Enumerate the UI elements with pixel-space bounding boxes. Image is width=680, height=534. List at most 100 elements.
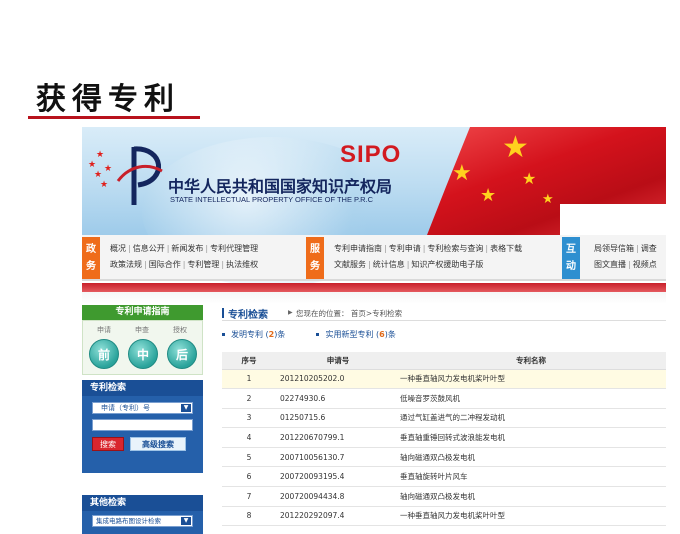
column-header: 申请号 [276, 352, 396, 370]
other-search-panel: 集成电路布图设计检索 ▼ [82, 511, 203, 534]
utility-count-link[interactable]: 实用新型专利 [325, 330, 373, 339]
table-row[interactable]: 2 02274930.6 低噪音罗茨鼓风机 [222, 388, 666, 409]
flag-star-icon: ★ [480, 185, 497, 206]
flag-star-icon: ★ [502, 130, 529, 165]
search-type-select[interactable]: 申请（专利）号 ▼ [92, 402, 193, 414]
slide-title: 获得专利 [36, 82, 180, 117]
nav-link[interactable]: 信息公开 [133, 243, 165, 255]
nav-link[interactable]: 政策法规 [110, 259, 142, 271]
nav-link[interactable]: 专利代理管理 [210, 243, 258, 255]
nav-link[interactable]: 执法维权 [226, 259, 258, 271]
nav-link[interactable]: 专利管理 [187, 259, 219, 271]
guide-steps: 申请 申查 授权 前 中 后 [82, 320, 203, 375]
nav-tag-government: 政务 [82, 237, 100, 279]
patent-search-heading: 专利检索 [82, 380, 203, 396]
patent-name-link[interactable]: 轴向磁通双凸极发电机 [396, 486, 666, 507]
invention-count: 2 [268, 330, 275, 339]
nav-link[interactable]: 专利检索与查询 [427, 243, 483, 255]
table-row[interactable]: 1 201210205202.0 一种垂直轴风力发电机桨叶叶型 [222, 369, 666, 390]
section-title: 专利检索 [228, 310, 268, 321]
breadcrumb: 您现在的位置： 首页>专利检索 [296, 309, 403, 318]
website-screenshot: ★ ★ ★ ★ ★ ★ ★ ★ ★ ★ SIPO 中华人民共和国国家知识产权局 … [82, 127, 666, 534]
nav-group2-line1: 专利申请指南 | 专利申请 | 专利检索与查询 | 表格下载 [334, 243, 523, 255]
search-input[interactable] [92, 419, 193, 431]
title-underline [28, 116, 200, 119]
patent-name-link[interactable]: 低噪音罗茨鼓风机 [396, 388, 666, 409]
sipo-wordmark: SIPO [340, 141, 402, 168]
patent-name-link[interactable]: 垂直轴重锤回转式波浪能发电机 [396, 427, 666, 448]
nav-link[interactable]: 图文直播 [594, 259, 626, 271]
arrow-right-icon: ▶ [288, 309, 293, 316]
nav-link[interactable]: 专利申请 [389, 243, 421, 255]
table-row[interactable]: 5 200710056130.7 轴向磁通双凸极发电机 [222, 447, 666, 468]
small-star-icon: ★ [96, 150, 105, 160]
invention-count-link[interactable]: 发明专利 [231, 330, 263, 339]
nav-tag-interaction: 互动 [562, 237, 580, 279]
table-row[interactable]: 3 01250715.6 通过气缸盖进气的二冲程发动机 [222, 408, 666, 429]
red-divider-band [82, 283, 666, 292]
table-row[interactable]: 7 200720094434.8 轴向磁通双凸极发电机 [222, 486, 666, 507]
utility-count: 6 [379, 330, 385, 339]
bullet-icon [316, 333, 320, 336]
nav-tag-service: 服务 [306, 237, 324, 279]
patent-name-link[interactable]: 一种垂直轴风力发电机桨叶叶型 [396, 369, 666, 390]
small-star-icon: ★ [94, 170, 103, 180]
nav-link[interactable]: 视频点 [633, 259, 657, 271]
step-during-button[interactable]: 中 [128, 339, 158, 369]
nav-group3-line1: 局领导信箱 | 调查 [594, 243, 657, 255]
nav-group3-line2: 图文直播 | 视频点 [594, 259, 657, 271]
flag-star-icon: ★ [542, 192, 554, 207]
small-star-icon: ★ [88, 160, 97, 170]
header-banner: ★ ★ ★ ★ ★ ★ ★ ★ ★ ★ SIPO 中华人民共和国国家知识产权局 … [82, 127, 666, 287]
nav-group2-line2: 文献服务 | 统计信息 | 知识产权援助电子版 [334, 259, 484, 271]
main-nav: 政务 概况 | 信息公开 | 新闻发布 | 专利代理管理 政策法规 | 国际合作 | 专利管理 | 执法… [82, 235, 666, 281]
nav-link[interactable]: 局领导信箱 [594, 243, 634, 255]
small-star-icon: ★ [100, 180, 109, 190]
nav-link[interactable]: 国际合作 [149, 259, 181, 271]
result-counts: 发明专利 (2)条 实用新型专利 (6)条 [222, 329, 396, 340]
column-header: 序号 [222, 352, 276, 370]
nav-link[interactable]: 概况 [110, 243, 126, 255]
nav-link[interactable]: 新闻发布 [171, 243, 203, 255]
table-row[interactable]: 6 200720093195.4 垂直轴旋转叶片风车 [222, 466, 666, 488]
nav-group1-line1: 概况 | 信息公开 | 新闻发布 | 专利代理管理 [110, 243, 259, 255]
agency-name-en: STATE INTELLECTUAL PROPERTY OFFICE OF TH… [170, 195, 374, 204]
nav-link[interactable]: 知识产权援助电子版 [411, 259, 483, 271]
table-row[interactable]: 4 201220670799.1 垂直轴重锤回转式波浪能发电机 [222, 427, 666, 448]
flag-star-icon: ★ [522, 169, 537, 188]
step-label: 申请 [97, 326, 111, 334]
step-before-button[interactable]: 前 [89, 339, 119, 369]
nav-link[interactable]: 文献服务 [334, 259, 366, 271]
patent-name-link[interactable]: 轴向磁通双凸极发电机 [396, 447, 666, 468]
chevron-down-icon: ▼ [181, 517, 191, 525]
agency-name-cn: 中华人民共和国国家知识产权局 [168, 177, 393, 196]
step-after-button[interactable]: 后 [167, 339, 197, 369]
flag-star-icon: ★ [452, 161, 472, 186]
patent-search-panel: 申请（专利）号 ▼ 搜索 高级搜索 [82, 396, 203, 473]
column-header: 专利名称 [396, 352, 666, 370]
nav-link[interactable]: 调查 [641, 243, 657, 255]
guide-heading[interactable]: 专利申请指南 [82, 305, 203, 320]
chevron-down-icon: ▼ [181, 404, 191, 412]
patent-name-link[interactable]: 一种垂直轴风力发电机桨叶叶型 [396, 506, 666, 527]
nav-group1-line2: 政策法规 | 国际合作 | 专利管理 | 执法维权 [110, 259, 259, 271]
patent-name-link[interactable]: 垂直轴旋转叶片风车 [396, 466, 666, 488]
left-sidebar: 专利申请指南 申请 申查 授权 前 中 后 专利检索 申请（专利）号 ▼ 搜索 … [82, 305, 203, 534]
section-header: 专利检索 ▶ 您现在的位置： 首页>专利检索 [222, 305, 666, 321]
main-content: 专利检索 ▶ 您现在的位置： 首页>专利检索 发明专利 (2)条 实用新型专利 … [222, 305, 666, 534]
other-search-select[interactable]: 集成电路布图设计检索 ▼ [92, 515, 193, 527]
table-row[interactable]: 8 201220292097.4 一种垂直轴风力发电机桨叶叶型 [222, 506, 666, 527]
other-search-heading: 其他检索 [82, 495, 203, 511]
results-table: 序号 申请号 专利名称 1 201210205202.0 一种垂直轴风力发电机桨叶叶… [222, 352, 666, 527]
step-label: 授权 [173, 326, 187, 334]
search-button[interactable]: 搜索 [92, 437, 124, 451]
nav-link[interactable]: 表格下载 [490, 243, 522, 255]
patent-name-link[interactable]: 通过气缸盖进气的二冲程发动机 [396, 408, 666, 429]
table-header-row: 序号 申请号 专利名称 [222, 352, 666, 370]
sipo-logo-icon [116, 146, 163, 205]
bullet-icon [222, 333, 225, 336]
nav-link[interactable]: 专利申请指南 [334, 243, 382, 255]
nav-link[interactable]: 统计信息 [373, 259, 405, 271]
advanced-search-button[interactable]: 高级搜索 [130, 437, 186, 451]
step-label: 申查 [135, 326, 149, 334]
